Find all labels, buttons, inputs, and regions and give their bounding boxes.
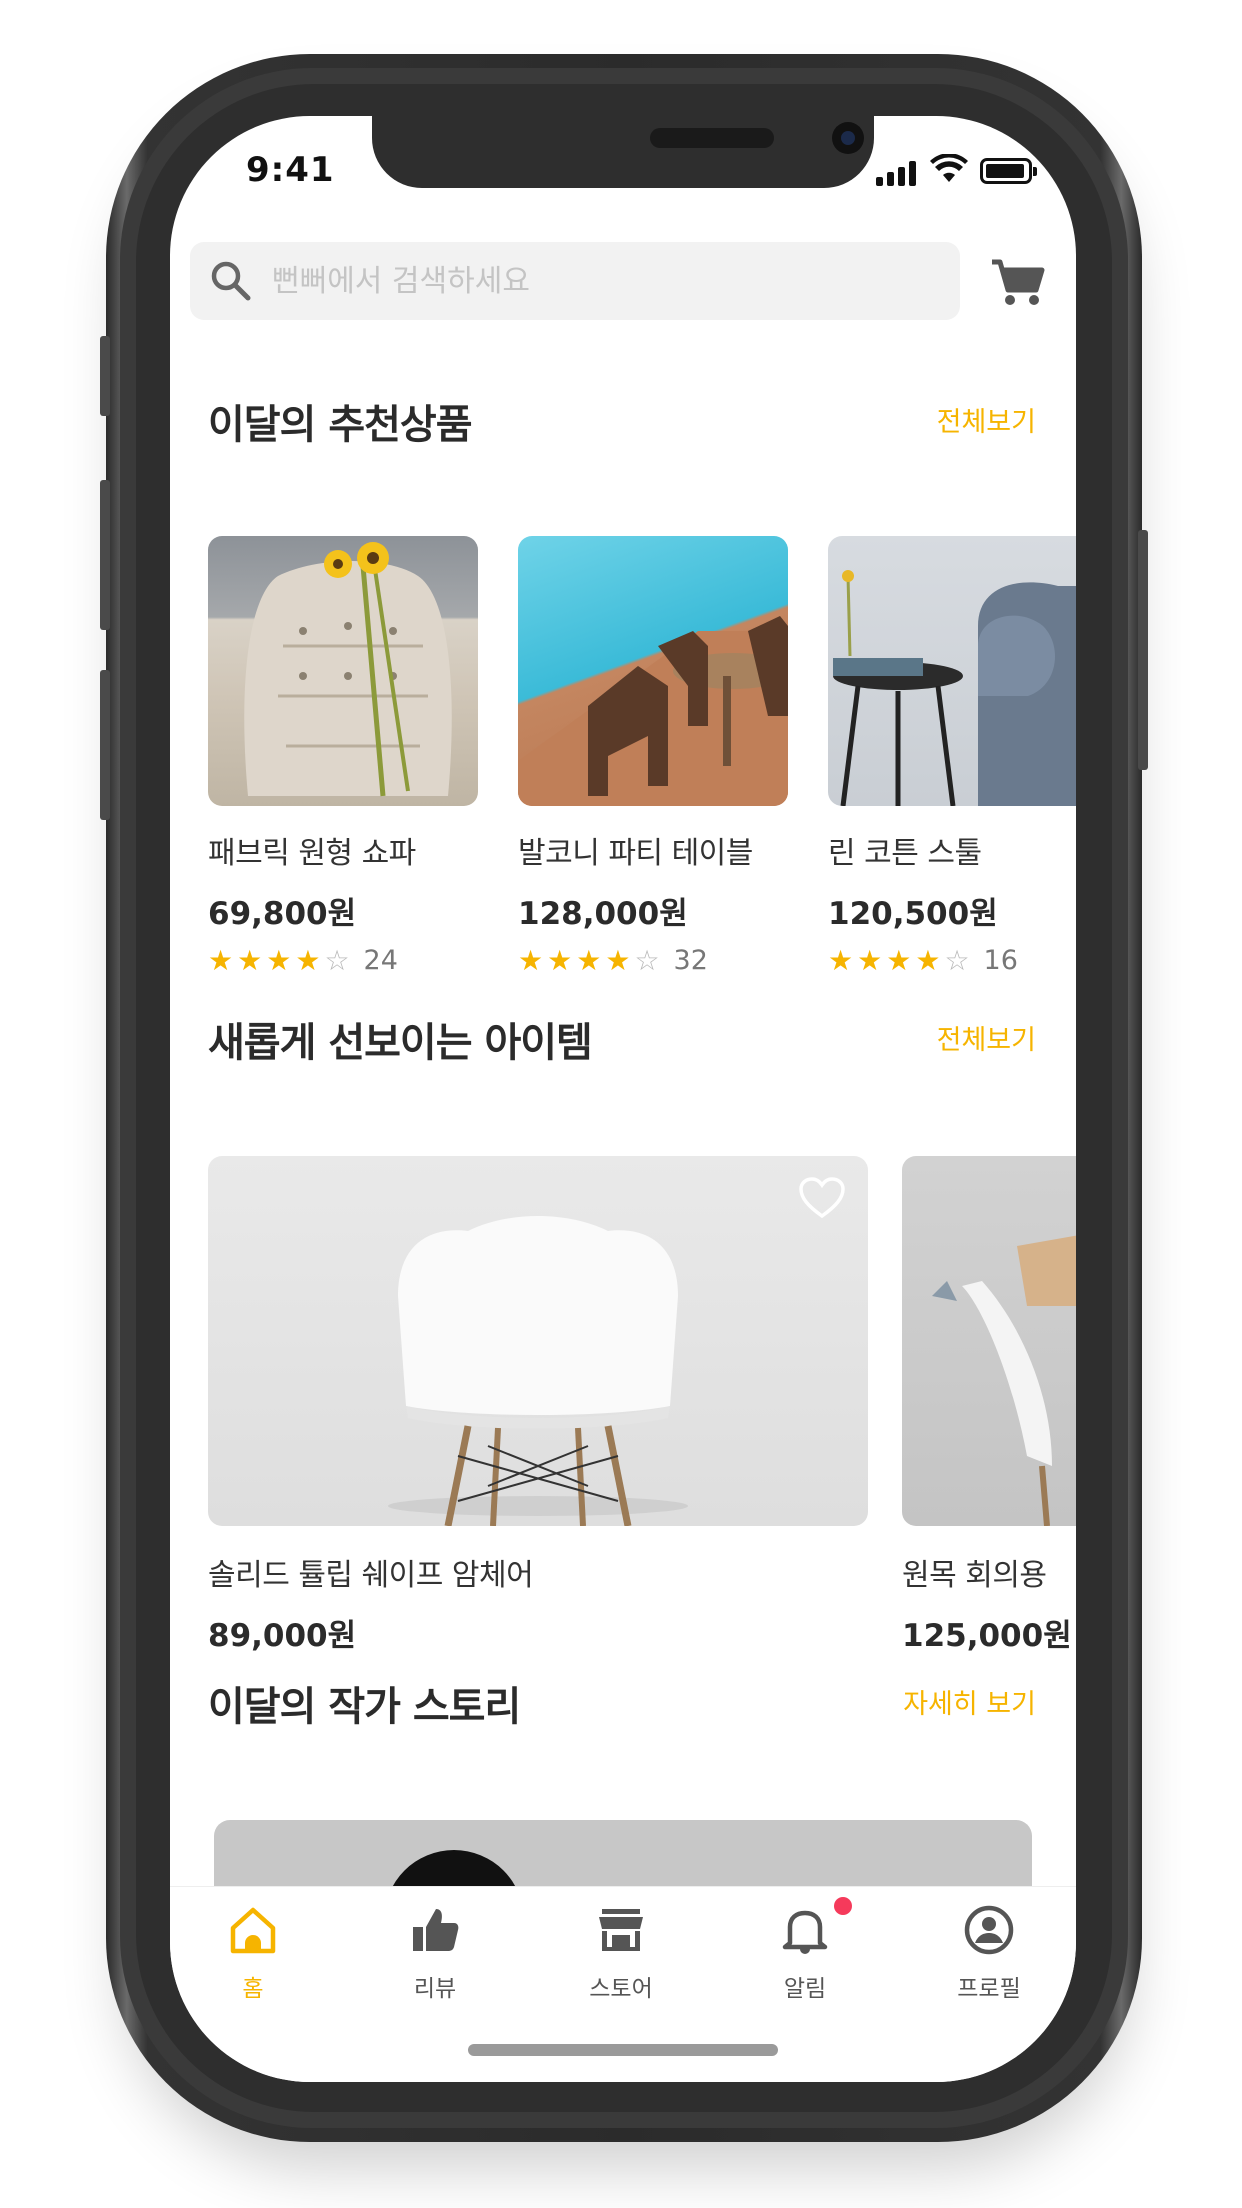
- star-empty-icon: ☆: [634, 943, 660, 977]
- star-empty-icon: ☆: [944, 943, 970, 977]
- cart-icon[interactable]: [988, 252, 1048, 312]
- product-price: 128,000원: [518, 896, 688, 932]
- search-icon: [211, 261, 251, 301]
- product-price: 120,500원: [828, 896, 998, 932]
- section-title-recommended: 이달의 추천상품: [208, 402, 473, 448]
- section-title-story: 이달의 작가 스토리: [208, 1684, 521, 1730]
- front-camera: [832, 122, 864, 154]
- star-filled-icon: ★: [857, 943, 883, 977]
- thumbs-up-icon: [413, 1909, 459, 1951]
- search-bar[interactable]: [190, 242, 960, 320]
- new-item-card[interactable]: 원목 회의용 125,000원: [902, 1156, 1076, 1655]
- product-name: 원목 회의용: [902, 1558, 1047, 1593]
- tab-review[interactable]: 리뷰: [360, 1887, 510, 2007]
- star-empty-icon: ☆: [324, 943, 350, 977]
- volume-down-button: [100, 670, 110, 820]
- product-price: 89,000원: [208, 1618, 357, 1654]
- new-item-card[interactable]: 솔리드 튤립 쉐이프 암체어 89,000원: [208, 1156, 868, 1655]
- tab-label: 스토어: [589, 1976, 653, 2002]
- review-count: 32: [673, 945, 708, 976]
- star-filled-icon: ★: [547, 943, 573, 977]
- product-name: 패브릭 원형 쇼파: [208, 836, 416, 871]
- product-rating: ★ ★ ★ ★ ☆ 32: [518, 945, 788, 976]
- product-image-sofa: [208, 536, 478, 806]
- tab-label: 프로필: [957, 1976, 1021, 2002]
- star-filled-icon: ★: [518, 943, 544, 977]
- star-filled-icon: ★: [237, 943, 263, 977]
- see-all-new-items-link[interactable]: 전체보기: [937, 1018, 1036, 1057]
- product-name: 린 코튼 스툴: [828, 836, 982, 871]
- store-icon: [599, 1909, 643, 1951]
- search-input[interactable]: [272, 254, 932, 308]
- star-filled-icon: ★: [915, 943, 941, 977]
- home-icon: [230, 1907, 276, 1954]
- star-filled-icon: ★: [266, 943, 292, 977]
- star-filled-icon: ★: [828, 943, 854, 977]
- power-button: [1138, 530, 1148, 770]
- wifi-icon: [930, 154, 968, 182]
- star-filled-icon: ★: [886, 943, 912, 977]
- notch: [372, 116, 874, 188]
- status-time: 9:41: [246, 150, 335, 190]
- product-rating: ★ ★ ★ ★ ☆ 16: [828, 945, 1076, 976]
- product-image-table: [518, 536, 788, 806]
- tab-notification[interactable]: 알림: [730, 1887, 880, 2007]
- section-title-new-items: 새롭게 선보이는 아이템: [208, 1020, 593, 1066]
- tab-label: 홈: [242, 1976, 264, 2002]
- review-count: 24: [363, 945, 398, 976]
- product-image-armchair: [208, 1156, 868, 1526]
- volume-up-button: [100, 480, 110, 630]
- profile-icon: [964, 1905, 1014, 1955]
- mute-switch: [100, 336, 110, 416]
- product-card[interactable]: 발코니 파티 테이블 128,000원 ★ ★ ★ ★ ☆ 32: [518, 536, 788, 976]
- tab-profile[interactable]: 프로필: [914, 1887, 1064, 2007]
- tab-store[interactable]: 스토어: [546, 1887, 696, 2007]
- notification-badge: [834, 1897, 852, 1915]
- product-rating: ★ ★ ★ ★ ☆ 24: [208, 945, 478, 976]
- battery-icon: [980, 158, 1037, 184]
- see-all-recommended-link[interactable]: 전체보기: [937, 400, 1036, 439]
- review-count: 16: [983, 945, 1018, 976]
- product-name: 솔리드 튤립 쉐이프 암체어: [208, 1558, 534, 1593]
- bell-icon: [782, 1910, 828, 1954]
- app-screen: 9:41 이달의 추천상품 전체보기: [170, 116, 1076, 2082]
- product-image-meeting-table: [902, 1156, 1076, 1526]
- product-price: 69,800원: [208, 896, 357, 932]
- product-card[interactable]: 린 코튼 스툴 120,500원 ★ ★ ★ ★ ☆ 16: [828, 536, 1076, 976]
- tab-label: 리뷰: [413, 1976, 457, 2002]
- story-detail-link[interactable]: 자세히 보기: [903, 1682, 1036, 1721]
- product-price: 125,000원: [902, 1618, 1072, 1654]
- product-image-stool: [828, 536, 1076, 806]
- signal-icon: [876, 160, 920, 186]
- star-filled-icon: ★: [208, 943, 234, 977]
- star-filled-icon: ★: [605, 943, 631, 977]
- home-indicator[interactable]: [468, 2044, 778, 2056]
- tab-home[interactable]: 홈: [178, 1887, 328, 2007]
- product-name: 발코니 파티 테이블: [518, 836, 753, 871]
- speaker: [650, 128, 774, 148]
- tab-label: 알림: [783, 1976, 827, 2002]
- product-card[interactable]: 패브릭 원형 쇼파 69,800원 ★ ★ ★ ★ ☆ 24: [208, 536, 478, 976]
- star-filled-icon: ★: [576, 943, 602, 977]
- star-filled-icon: ★: [295, 943, 321, 977]
- heart-icon[interactable]: [798, 1176, 846, 1220]
